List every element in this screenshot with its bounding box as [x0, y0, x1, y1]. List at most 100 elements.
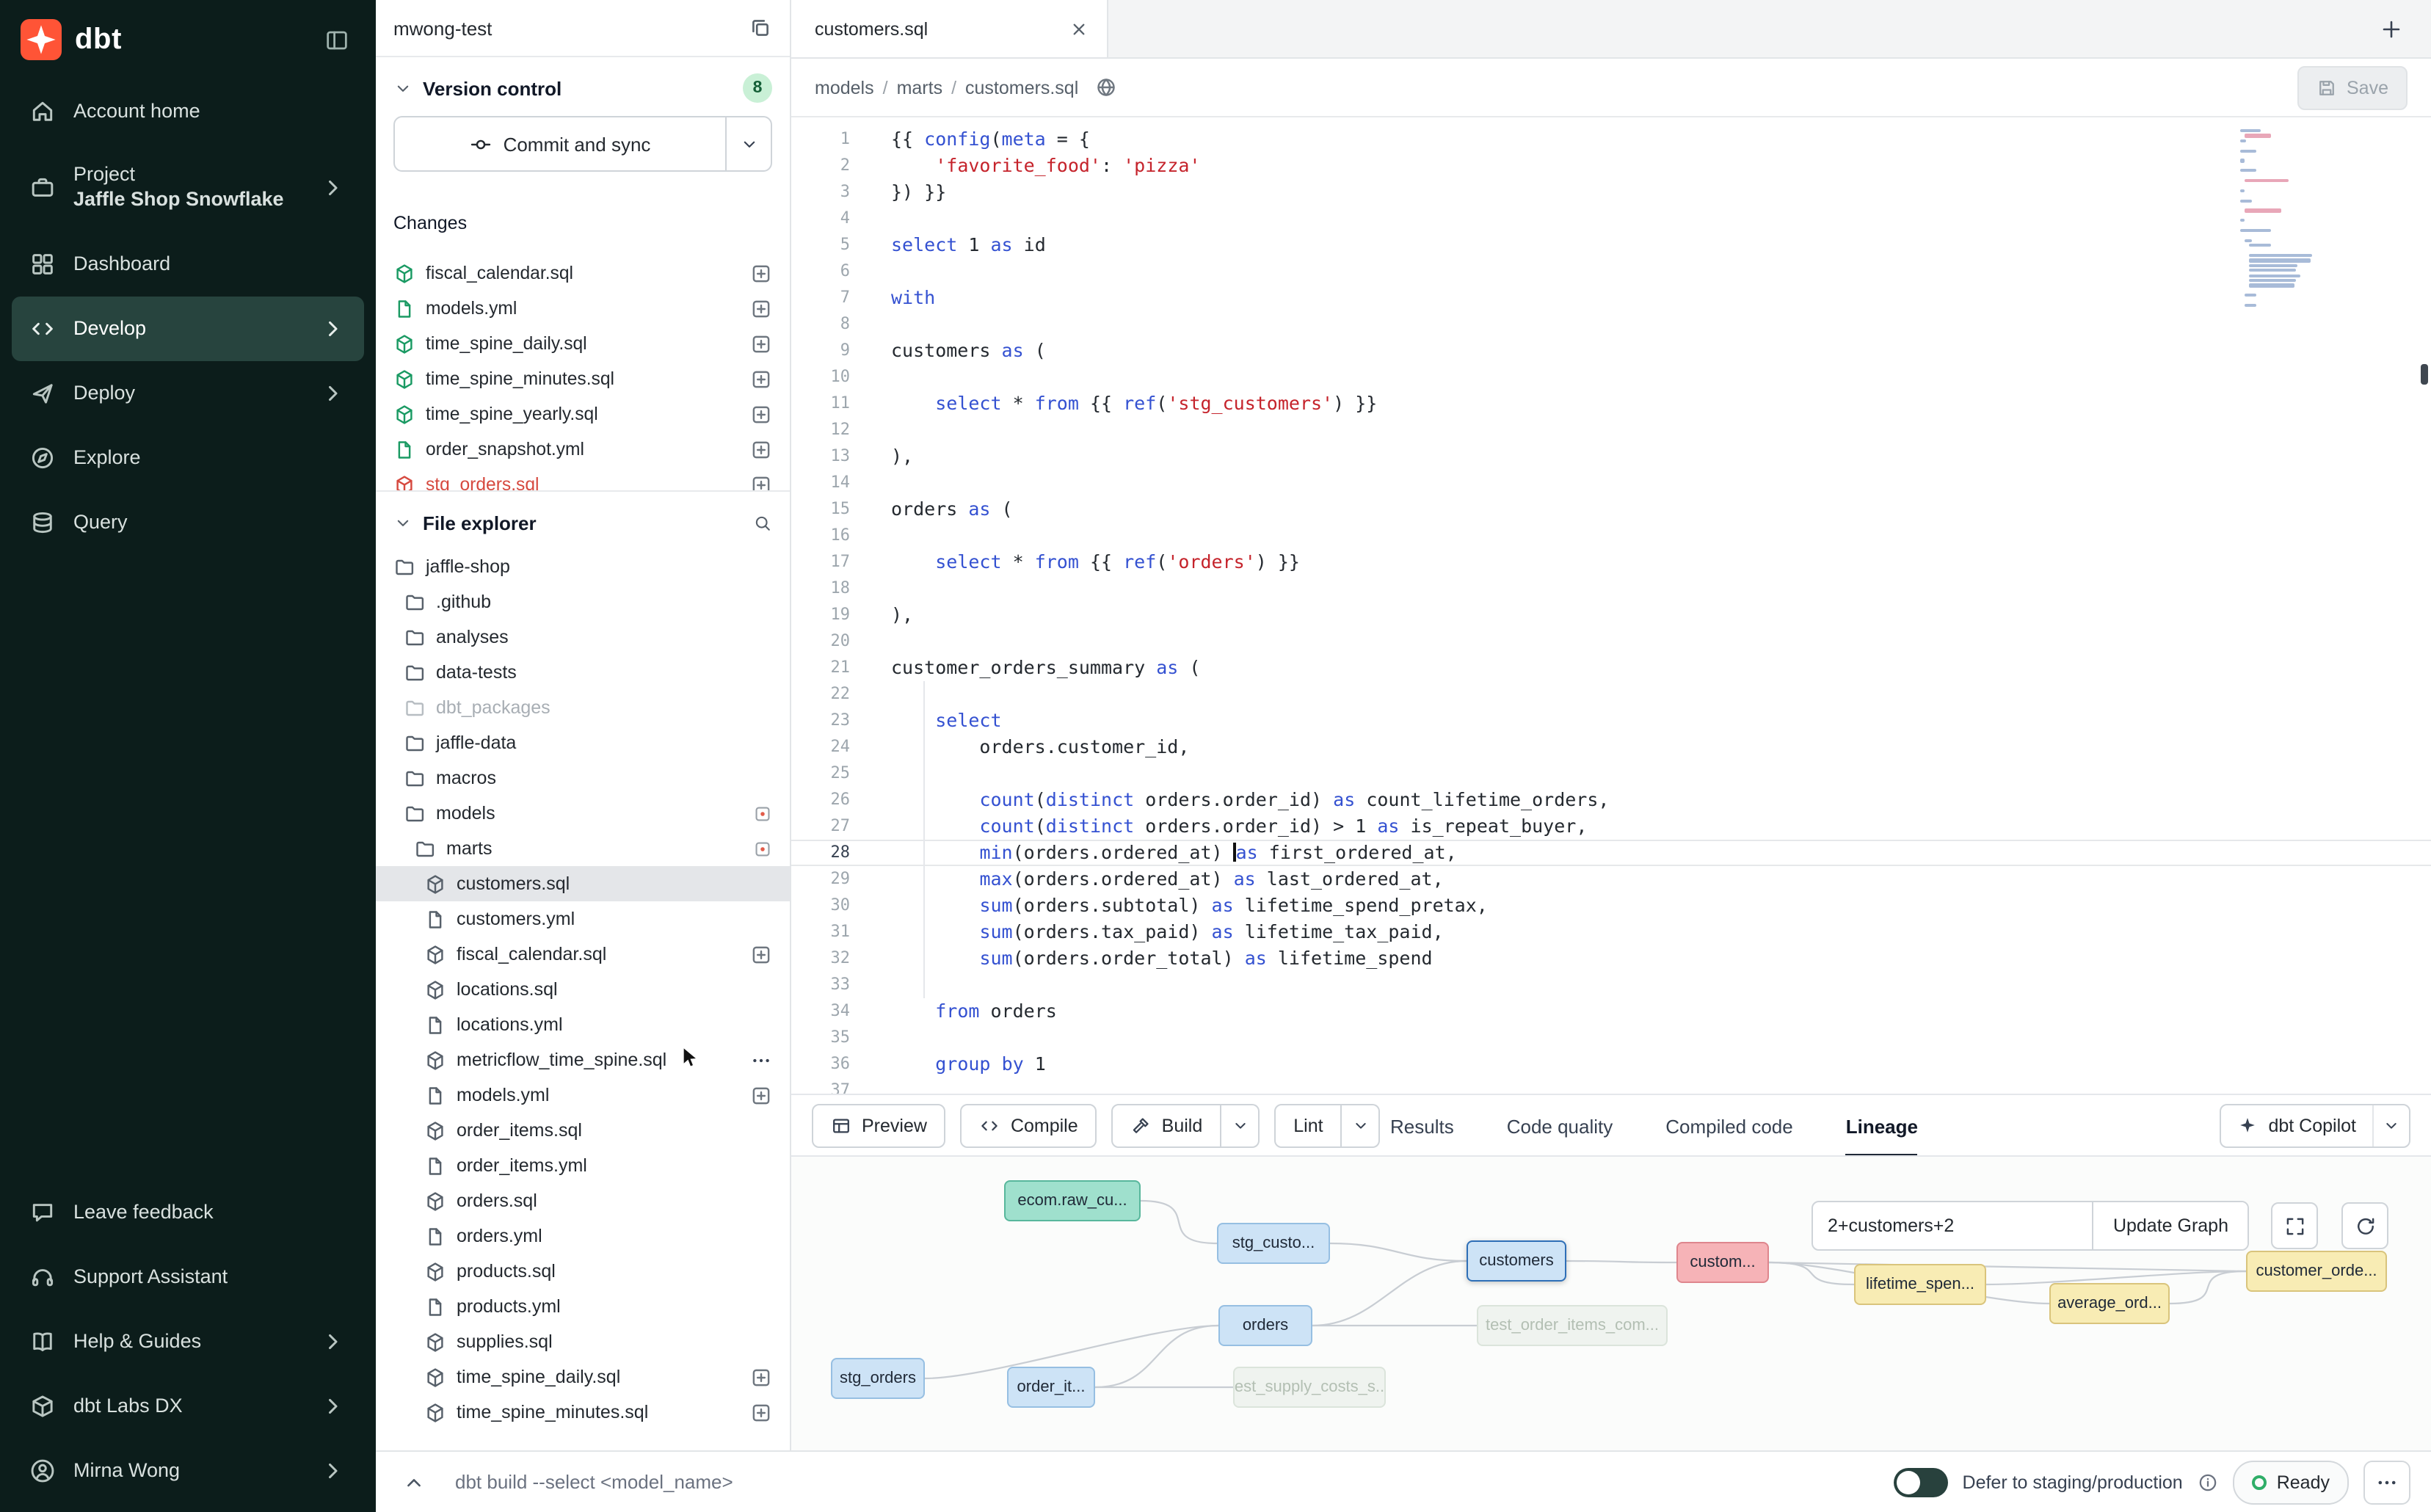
tree-item-models.yml[interactable]: models.yml: [376, 1077, 790, 1113]
code-line-22[interactable]: 22: [791, 681, 2431, 708]
tree-item-models[interactable]: models: [376, 796, 790, 831]
lineage-node-customers[interactable]: customers: [1467, 1240, 1566, 1282]
code-line-26[interactable]: 26 count(distinct orders.order_id) as co…: [791, 787, 2431, 813]
lineage-node-customer-orders-yellow[interactable]: customer_orde...: [2246, 1251, 2387, 1292]
tree-item-.github[interactable]: .github: [376, 584, 790, 619]
code-line-14[interactable]: 14: [791, 470, 2431, 496]
lineage-node-test-order-items[interactable]: test_order_items_com...: [1477, 1305, 1668, 1346]
code-line-36[interactable]: 36 group by 1: [791, 1051, 2431, 1077]
tree-item-customers.sql[interactable]: customers.sql: [376, 866, 790, 901]
tree-item-supplies.sql[interactable]: supplies.sql: [376, 1324, 790, 1359]
sidebar-item-account-home[interactable]: Account home: [12, 79, 364, 144]
ide-status-button[interactable]: Ready: [2233, 1460, 2349, 1504]
compile-button[interactable]: Compile: [961, 1104, 1097, 1148]
stage-file-icon[interactable]: [750, 332, 772, 355]
code-line-18[interactable]: 18: [791, 575, 2431, 602]
code-line-37[interactable]: 37: [791, 1077, 2431, 1094]
stage-file-icon[interactable]: [750, 262, 772, 284]
code-line-23[interactable]: 23 select: [791, 708, 2431, 734]
code-line-27[interactable]: 27 count(distinct orders.order_id) > 1 a…: [791, 813, 2431, 840]
sidebar-item-help-guides[interactable]: Help & Guides: [12, 1309, 364, 1374]
stage-file-icon[interactable]: [750, 1401, 772, 1423]
code-line-12[interactable]: 12: [791, 417, 2431, 443]
changed-file-fiscal_calendar.sql[interactable]: fiscal_calendar.sql: [376, 255, 790, 291]
code-line-8[interactable]: 8: [791, 311, 2431, 338]
code-line-5[interactable]: 5select 1 as id: [791, 232, 2431, 258]
code-line-30[interactable]: 30 sum(orders.subtotal) as lifetime_spen…: [791, 893, 2431, 919]
expand-command-bar-button[interactable]: [396, 1464, 432, 1500]
info-icon[interactable]: [2198, 1472, 2218, 1492]
search-files-icon[interactable]: [753, 513, 772, 532]
tab-results[interactable]: Results: [1390, 1095, 1454, 1157]
code-line-13[interactable]: 13),: [791, 443, 2431, 470]
code-line-9[interactable]: 9customers as (: [791, 338, 2431, 364]
code-line-21[interactable]: 21customer_orders_summary as (: [791, 655, 2431, 681]
tree-item-customers.yml[interactable]: customers.yml: [376, 901, 790, 937]
code-line-34[interactable]: 34 from orders: [791, 998, 2431, 1025]
copy-branch-icon[interactable]: [749, 16, 772, 40]
code-line-17[interactable]: 17 select * from {{ ref('orders') }}: [791, 549, 2431, 575]
code-editor[interactable]: 1{{ config(meta = {2 'favorite_food': 'p…: [791, 117, 2431, 1094]
breadcrumb-item-customers.sql[interactable]: customers.sql: [965, 77, 1078, 98]
code-line-7[interactable]: 7with: [791, 285, 2431, 311]
sidebar-item-dbt-labs-dx[interactable]: dbt Labs DX: [12, 1374, 364, 1439]
code-line-4[interactable]: 4: [791, 206, 2431, 232]
stage-file-icon[interactable]: [750, 473, 772, 492]
fullscreen-button[interactable]: [2271, 1202, 2318, 1249]
stage-file-icon[interactable]: [750, 943, 772, 965]
tab-customers-sql[interactable]: customers.sql: [791, 0, 1108, 57]
code-line-2[interactable]: 2 'favorite_food': 'pizza': [791, 153, 2431, 179]
tree-item-analyses[interactable]: analyses: [376, 619, 790, 655]
code-line-29[interactable]: 29 max(orders.ordered_at) as last_ordere…: [791, 866, 2431, 893]
sidebar-item-user[interactable]: Mirna Wong: [12, 1439, 364, 1503]
lineage-node-order-items[interactable]: order_it...: [1007, 1367, 1095, 1408]
lineage-node-orders[interactable]: orders: [1218, 1305, 1312, 1346]
changed-file-models.yml[interactable]: models.yml: [376, 291, 790, 326]
sidebar-item-dashboard[interactable]: Dashboard: [12, 232, 364, 297]
sidebar-item-project[interactable]: ProjectJaffle Shop Snowflake: [12, 144, 364, 232]
tree-item-jaffle-data[interactable]: jaffle-data: [376, 725, 790, 760]
lineage-node-average-order[interactable]: average_ord...: [2049, 1283, 2170, 1324]
tree-item-time_spine_minutes.sql[interactable]: time_spine_minutes.sql: [376, 1395, 790, 1430]
lineage-node-ecom-raw[interactable]: ecom.raw_cu...: [1004, 1180, 1141, 1221]
code-line-35[interactable]: 35: [791, 1025, 2431, 1051]
code-line-10[interactable]: 10: [791, 364, 2431, 390]
sidebar-item-deploy[interactable]: Deploy: [12, 361, 364, 426]
sidebar-item-develop[interactable]: Develop: [12, 297, 364, 361]
tree-item-locations.sql[interactable]: locations.sql: [376, 972, 790, 1007]
code-line-31[interactable]: 31 sum(orders.tax_paid) as lifetime_tax_…: [791, 919, 2431, 945]
changed-file-stg_orders.sql[interactable]: stg_orders.sql: [376, 467, 790, 492]
lint-button[interactable]: Lint: [1274, 1104, 1342, 1148]
preview-button[interactable]: Preview: [812, 1104, 946, 1148]
cli-command-input[interactable]: dbt build --select <model_name>: [455, 1471, 733, 1493]
stage-file-icon[interactable]: [750, 1366, 772, 1388]
copilot-options-button[interactable]: [2372, 1105, 2409, 1146]
dbt-copilot-button[interactable]: dbt Copilot: [2220, 1104, 2410, 1148]
tree-item-orders.yml[interactable]: orders.yml: [376, 1218, 790, 1254]
tab-compiled-code[interactable]: Compiled code: [1665, 1095, 1792, 1157]
lineage-node-stg-customers[interactable]: stg_custo...: [1217, 1223, 1330, 1264]
file-explorer-header[interactable]: File explorer: [376, 504, 790, 542]
changed-file-time_spine_minutes.sql[interactable]: time_spine_minutes.sql: [376, 361, 790, 396]
tree-item-products.sql[interactable]: products.sql: [376, 1254, 790, 1289]
tree-item-macros[interactable]: macros: [376, 760, 790, 796]
lineage-selector-input[interactable]: [1813, 1202, 2093, 1249]
tab-lineage[interactable]: Lineage: [1846, 1095, 1918, 1157]
changed-file-order_snapshot.yml[interactable]: order_snapshot.yml: [376, 432, 790, 467]
code-line-6[interactable]: 6: [791, 258, 2431, 285]
code-line-32[interactable]: 32 sum(orders.order_total) as lifetime_s…: [791, 945, 2431, 972]
tree-item-order_items.sql[interactable]: order_items.sql: [376, 1113, 790, 1148]
update-graph-button[interactable]: Update Graph: [2093, 1202, 2248, 1249]
lineage-node-test-supply-costs[interactable]: test_supply_costs_s...: [1233, 1367, 1386, 1408]
tree-item-dbt_packages[interactable]: dbt_packages: [376, 690, 790, 725]
close-tab-icon[interactable]: [1069, 18, 1089, 39]
breadcrumb-item-models[interactable]: models: [815, 77, 874, 98]
defer-toggle[interactable]: [1894, 1467, 1948, 1497]
tree-item-data-tests[interactable]: data-tests: [376, 655, 790, 690]
more-options-button[interactable]: [2363, 1460, 2410, 1504]
stage-file-icon[interactable]: [750, 438, 772, 460]
code-line-11[interactable]: 11 select * from {{ ref('stg_customers')…: [791, 390, 2431, 417]
sidebar-item-support-assistant[interactable]: Support Assistant: [12, 1245, 364, 1309]
lineage-node-custom-pink[interactable]: custom...: [1676, 1242, 1769, 1283]
build-button[interactable]: Build: [1112, 1104, 1222, 1148]
